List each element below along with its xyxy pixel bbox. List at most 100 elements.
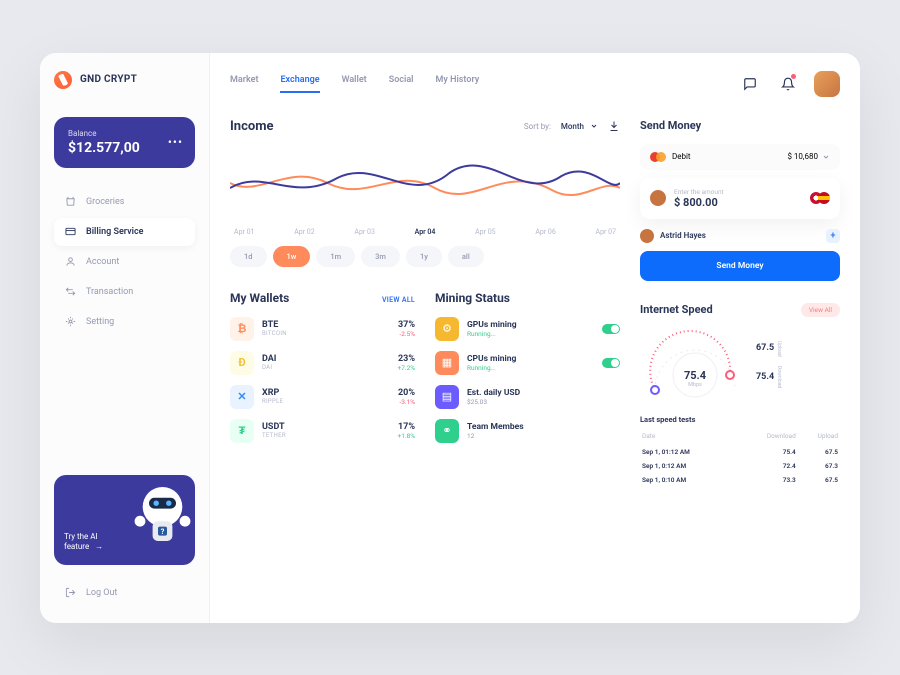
mining-icon: ▤ <box>435 385 459 409</box>
user-icon <box>64 256 76 268</box>
app-shell: GND CRYPT Balance $12.577,00 ••• Groceri… <box>40 53 860 623</box>
card-type: Debit <box>672 152 691 161</box>
send-title: Send Money <box>640 119 840 132</box>
range-3m[interactable]: 3m <box>361 246 400 267</box>
recipient-avatar <box>640 229 654 243</box>
right-column: Send Money Debit $ 10,680 Enter the amou… <box>640 119 840 605</box>
mining-row[interactable]: ▦ CPUs mining Running... <box>435 351 620 375</box>
mining-item-title: Est. daily USD <box>467 388 620 398</box>
promo-card[interactable]: ? Try the AI feature → <box>54 475 195 565</box>
send-money-button[interactable]: Send Money <box>640 251 840 281</box>
mining-item-title: GPUs mining <box>467 320 594 330</box>
wallet-name: TETHER <box>262 432 390 439</box>
income-chart <box>230 148 620 218</box>
brand-name: GND CRYPT <box>80 74 137 85</box>
nav-account[interactable]: Account <box>54 248 195 276</box>
mining-row[interactable]: ⚙ GPUs mining Running... <box>435 317 620 341</box>
nav-label: Groceries <box>86 197 124 207</box>
table-row: Sep 1, 0:10 AM73.367.5 <box>642 474 838 486</box>
sidebar: GND CRYPT Balance $12.577,00 ••• Groceri… <box>40 53 210 623</box>
sort-label: Sort by: <box>524 122 551 131</box>
bell-icon[interactable] <box>776 72 800 96</box>
tab-history[interactable]: My History <box>436 75 480 93</box>
robot-icon: ? <box>113 475 195 559</box>
speed-view-all[interactable]: View All <box>801 303 840 317</box>
nav-label: Billing Service <box>86 227 144 237</box>
card-amount: $ 10,680 <box>787 152 818 161</box>
balance-card[interactable]: Balance $12.577,00 ••• <box>54 117 195 168</box>
amount-value: $ 800.00 <box>674 196 806 209</box>
tests-title: Last speed tests <box>640 415 840 424</box>
wallet-pct: 17% <box>398 422 415 432</box>
wallet-delta: -3.1% <box>398 398 415 406</box>
mining-title: Mining Status <box>435 291 510 305</box>
table-row: Sep 1, 0:12 AM72.467.3 <box>642 460 838 472</box>
arrow-right-icon: → <box>95 542 103 551</box>
wallet-row[interactable]: ₿ BTE BITCOIN 37% -2.5% <box>230 317 415 341</box>
wallet-row[interactable]: ₮ USDT TETHER 17% +1.8% <box>230 419 415 443</box>
mining-row[interactable]: ⚭ Team Membes 12 <box>435 419 620 443</box>
gauge-wrap: 75.4 Mbps 67.5 Upload <box>640 325 840 405</box>
balance-value: $12.577,00 <box>68 140 181 156</box>
gear-icon <box>64 316 76 328</box>
speed-gauge: 75.4 Mbps <box>640 325 750 405</box>
range-1d[interactable]: 1d <box>230 246 267 267</box>
logo-icon <box>54 71 72 89</box>
chevron-down-icon <box>590 122 598 130</box>
add-recipient-button[interactable]: + <box>826 229 840 243</box>
flag-icon <box>818 192 830 204</box>
range-all[interactable]: all <box>448 246 484 267</box>
nav-transaction[interactable]: Transaction <box>54 278 195 306</box>
chat-icon[interactable] <box>738 72 762 96</box>
nav-label: Account <box>86 257 119 267</box>
sort-controls: Sort by: Month <box>524 120 620 132</box>
amount-input-card[interactable]: Enter the amount $ 800.00 <box>640 178 840 219</box>
range-1m[interactable]: 1m <box>316 246 355 267</box>
nav-groceries[interactable]: Groceries <box>54 188 195 216</box>
wallet-row[interactable]: ✕ XRP RIPPLE 20% -3.1% <box>230 385 415 409</box>
upload-value: 67.5 <box>756 343 774 353</box>
wallet-delta: -2.5% <box>398 330 415 338</box>
nav-setting[interactable]: Setting <box>54 308 195 336</box>
more-icon[interactable]: ••• <box>168 135 183 149</box>
sort-select[interactable]: Month <box>561 122 598 131</box>
tab-social[interactable]: Social <box>389 75 414 93</box>
wallets-view-all[interactable]: VIEW ALL <box>382 296 415 304</box>
chart-x-axis: Apr 01 Apr 02 Apr 03 Apr 04 Apr 05 Apr 0… <box>230 228 620 236</box>
wallet-row[interactable]: Đ DAI DAI 23% +7.2% <box>230 351 415 375</box>
mining-row[interactable]: ▤ Est. daily USD $25.03 <box>435 385 620 409</box>
tab-market[interactable]: Market <box>230 75 258 93</box>
user-avatar[interactable] <box>814 71 840 97</box>
nav-label: Setting <box>86 317 114 327</box>
recipient-row[interactable]: Astrid Hayes + <box>640 229 840 243</box>
mining-item-sub: Running... <box>467 364 594 372</box>
coin-icon: ₿ <box>230 317 254 341</box>
balance-label: Balance <box>68 129 181 138</box>
wallet-name: BITCOIN <box>262 330 390 337</box>
toggle-switch[interactable] <box>602 324 620 334</box>
mining-item-title: Team Membes <box>467 422 620 432</box>
debit-card-select[interactable]: Debit $ 10,680 <box>640 144 840 170</box>
nav-list: Groceries Billing Service Account Transa… <box>54 188 195 338</box>
wallet-symbol: USDT <box>262 422 390 432</box>
logout-button[interactable]: Log Out <box>54 581 195 605</box>
bag-icon <box>64 196 76 208</box>
table-row: Sep 1, 01:12 AM75.467.5 <box>642 446 838 458</box>
download-icon[interactable] <box>608 120 620 132</box>
logout-label: Log Out <box>86 588 117 598</box>
range-1w[interactable]: 1w <box>273 246 311 267</box>
tab-exchange[interactable]: Exchange <box>280 75 319 93</box>
toggle-switch[interactable] <box>602 358 620 368</box>
mastercard-icon <box>650 152 666 162</box>
range-1y[interactable]: 1y <box>406 246 442 267</box>
wallet-pct: 20% <box>398 388 415 398</box>
promo-text: Try the AI feature → <box>64 532 103 553</box>
wallet-pct: 37% <box>398 320 415 330</box>
mining-panel: Mining Status ⚙ GPUs mining Running... ▦… <box>435 291 620 453</box>
logo[interactable]: GND CRYPT <box>54 71 195 89</box>
currency-flags[interactable] <box>814 192 830 204</box>
tab-wallet[interactable]: Wallet <box>342 75 367 93</box>
wallet-pct: 23% <box>398 354 415 364</box>
nav-billing[interactable]: Billing Service <box>54 218 195 246</box>
tabs: Market Exchange Wallet Social My History <box>230 75 479 93</box>
